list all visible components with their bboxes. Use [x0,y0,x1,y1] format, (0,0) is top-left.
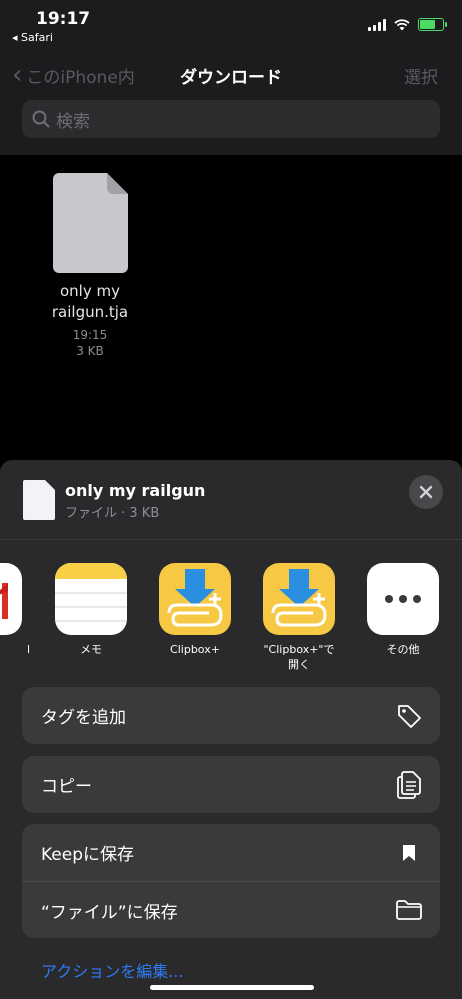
search-field[interactable]: 検索 [22,100,440,138]
file-browser: only my railgun.tja 19:15 3 KB [0,155,462,460]
file-size: 3 KB [76,344,104,358]
gmail-icon [0,563,22,635]
app-clipbox[interactable]: Clipbox+ [147,563,243,657]
app-open-in-clipbox[interactable]: "Clipbox+"で 開く [251,563,347,672]
app-label: メモ [80,643,102,656]
close-button[interactable] [409,475,443,509]
status-time: 19:17 [36,9,91,29]
navigation-bar: ‹ このiPhone内 ダウンロード 選択 検索 [0,50,462,155]
search-placeholder: 検索 [56,111,90,132]
notes-icon [55,563,127,635]
status-bar: 19:17 ◂ Safari [0,0,462,50]
tag-icon [394,701,424,731]
action-label: コピー [41,777,92,797]
back-to-safari-link[interactable]: ◂ Safari [12,31,53,44]
clipbox-icon [159,563,231,635]
status-icons [368,18,447,31]
wifi-icon [394,18,410,30]
select-button[interactable]: 選択 [404,63,438,88]
action-group-tag: タグを追加 [22,687,440,744]
app-gmail[interactable]: l [0,563,34,657]
app-notes[interactable]: メモ [43,563,139,657]
close-icon [419,485,433,499]
edit-actions-link[interactable]: アクションを編集... [41,958,183,982]
file-time: 19:15 [72,328,108,342]
app-label: l [26,643,30,656]
clipbox-open-icon [263,563,335,635]
share-sheet-header: only my railgun ファイル · 3 KB [0,460,462,540]
share-sheet: only my railgun ファイル · 3 KB l メモ Clipbox… [0,460,462,999]
battery-charging-icon [418,18,447,31]
file-name: only my railgun.tja [51,282,129,321]
document-icon [53,173,128,273]
more-icon [367,563,439,635]
save-to-keep-action[interactable]: Keepに保存 [22,824,440,881]
app-label: Clipbox+ [170,643,220,656]
cellular-signal-icon [368,18,386,31]
app-more[interactable]: その他 [355,563,451,657]
save-to-files-action[interactable]: “ファイル”に保存 [22,881,440,938]
action-label: Keepに保存 [41,845,135,865]
action-group-save: Keepに保存 “ファイル”に保存 [22,824,440,938]
action-label: “ファイル”に保存 [41,902,178,923]
search-icon [32,110,50,128]
document-icon [23,480,55,520]
app-label: その他 [386,643,420,656]
action-group-copy: コピー [22,756,440,813]
share-subtitle: ファイル · 3 KB [65,506,160,521]
copy-icon [394,770,424,800]
copy-action[interactable]: コピー [22,756,440,813]
add-tag-action[interactable]: タグを追加 [22,687,440,744]
page-title: ダウンロード [180,68,282,88]
app-share-row: l メモ Clipbox+ "Clipbox+"で 開く その他 [0,540,462,675]
file-meta: 19:15 3 KB [30,327,150,359]
app-label: "Clipbox+"で 開く [263,643,335,671]
folder-icon [394,895,424,925]
share-title: only my railgun [65,481,206,500]
bookmark-icon [394,838,424,868]
home-indicator[interactable] [150,985,314,990]
action-label: タグを追加 [41,708,126,728]
